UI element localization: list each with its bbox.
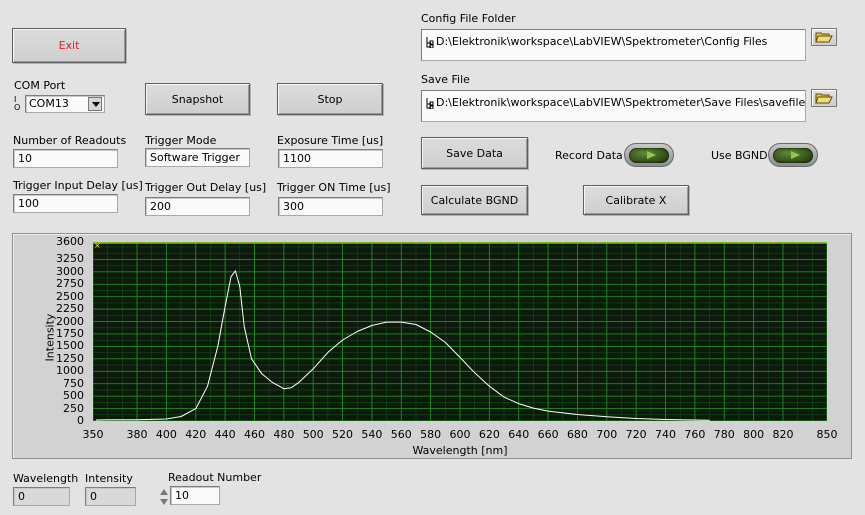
exit-button[interactable]: Exit	[12, 28, 126, 63]
x-tick-label: 660	[537, 428, 559, 441]
x-tick-label: 680	[566, 428, 588, 441]
browse-folder-button[interactable]	[811, 28, 837, 46]
readout-number-input[interactable]: 10	[170, 486, 220, 505]
path-icon	[426, 98, 434, 109]
record-data-label: Record Data	[555, 149, 623, 162]
save-file-label: Save File	[421, 73, 470, 86]
x-tick-label: 480	[273, 428, 295, 441]
config-folder-path[interactable]: D:\Elektronik\workspace\LabVIEW\Spektrom…	[421, 29, 806, 61]
x-tick-label: 620	[478, 428, 500, 441]
wavelength-label: Wavelength	[13, 472, 79, 485]
x-tick-label: 520	[332, 428, 354, 441]
x-tick-label: 580	[420, 428, 442, 441]
num-readouts-label: Number of Readouts	[13, 134, 127, 147]
x-tick-label: 800	[743, 428, 765, 441]
trigger-on-time-input[interactable]: 300	[278, 197, 383, 216]
increment-decrement-icon	[160, 489, 168, 505]
exposure-time-input[interactable]: 1100	[278, 149, 383, 168]
x-tick-label: 350	[82, 428, 104, 441]
y-tick-label: 0	[77, 414, 84, 427]
y-tick-label: 2750	[56, 277, 84, 291]
x-tick-label: 440	[214, 428, 236, 441]
x-tick-label: 740	[655, 428, 677, 441]
com-port-label: COM Port	[14, 79, 66, 92]
use-bgnd-toggle[interactable]	[768, 143, 818, 167]
y-tick-label: 250	[63, 401, 84, 415]
trigger-input-delay-label: Trigger Input Delay [us]	[13, 179, 143, 192]
wavelength-indicator: 0	[13, 487, 70, 506]
config-folder-path-text: D:\Elektronik\workspace\LabVIEW\Spektrom…	[436, 35, 768, 48]
calculate-bgnd-button[interactable]: Calculate BGND	[421, 185, 528, 215]
y-tick-label: 3600	[56, 235, 84, 248]
y-tick-label: 3000	[56, 264, 84, 278]
exposure-time-label: Exposure Time [us]	[277, 134, 384, 147]
intensity-label: Intensity	[85, 472, 133, 485]
trigger-input-delay-input[interactable]: 100	[13, 194, 118, 213]
save-file-path[interactable]: D:\Elektronik\workspace\LabVIEW\Spektrom…	[421, 90, 806, 122]
x-tick-label: 820	[772, 428, 794, 441]
x-tick-label: 560	[390, 428, 412, 441]
trigger-out-delay-input[interactable]: 200	[145, 197, 250, 216]
trigger-on-time-label: Trigger ON Time [us]	[277, 181, 391, 194]
y-tick-label: 3250	[56, 252, 84, 266]
x-tick-label: 540	[361, 428, 383, 441]
record-data-toggle[interactable]	[624, 143, 674, 167]
x-tick-label: 640	[508, 428, 530, 441]
x-tick-label: 850	[816, 428, 838, 441]
x-tick-label: 420	[185, 428, 207, 441]
x-tick-label: 460	[243, 428, 265, 441]
cursor-marker-icon[interactable]: ×	[94, 242, 101, 250]
x-tick-label: 700	[596, 428, 618, 441]
save-file-path-text: D:\Elektronik\workspace\LabVIEW\Spektrom…	[436, 96, 806, 109]
config-folder-label: Config File Folder	[421, 12, 516, 25]
x-tick-label: 400	[155, 428, 177, 441]
y-tick-label: 750	[63, 376, 84, 390]
browse-file-button[interactable]	[811, 89, 837, 107]
intensity-indicator: 0	[85, 487, 136, 506]
spectrum-plot-area[interactable]: ×	[93, 242, 827, 421]
trigger-mode-input[interactable]: Software Trigger	[145, 148, 250, 167]
path-icon	[426, 37, 434, 48]
y-axis-title: Intensity	[43, 313, 57, 362]
x-tick-label: 760	[684, 428, 706, 441]
io-icon: IO	[14, 95, 21, 112]
folder-icon	[815, 32, 833, 43]
trigger-mode-label: Trigger Mode	[145, 134, 217, 147]
x-axis-title: Wavelength [nm]	[412, 444, 508, 457]
folder-icon	[815, 93, 833, 104]
x-tick-label: 500	[302, 428, 324, 441]
num-readouts-input[interactable]: 10	[13, 149, 118, 168]
readout-number-label: Readout Number	[168, 471, 262, 484]
x-tick-label: 780	[713, 428, 735, 441]
calibrate-x-button[interactable]: Calibrate X	[583, 185, 689, 215]
x-tick-label: 380	[126, 428, 148, 441]
led-indicator-icon	[773, 147, 813, 163]
trigger-out-delay-label: Trigger Out Delay [us]	[145, 181, 267, 194]
led-indicator-icon	[629, 147, 669, 163]
dropdown-arrow-icon[interactable]	[88, 97, 102, 111]
use-bgnd-label: Use BGND	[711, 149, 768, 162]
y-tick-label: 500	[63, 389, 84, 403]
readout-number-spinner[interactable]	[159, 486, 169, 508]
stop-button[interactable]: Stop	[277, 83, 383, 115]
snapshot-button[interactable]: Snapshot	[145, 83, 250, 115]
save-data-button[interactable]: Save Data	[421, 137, 528, 169]
x-tick-label: 600	[449, 428, 471, 441]
com-port-select[interactable]: IO COM13	[13, 95, 105, 113]
x-tick-label: 720	[625, 428, 647, 441]
